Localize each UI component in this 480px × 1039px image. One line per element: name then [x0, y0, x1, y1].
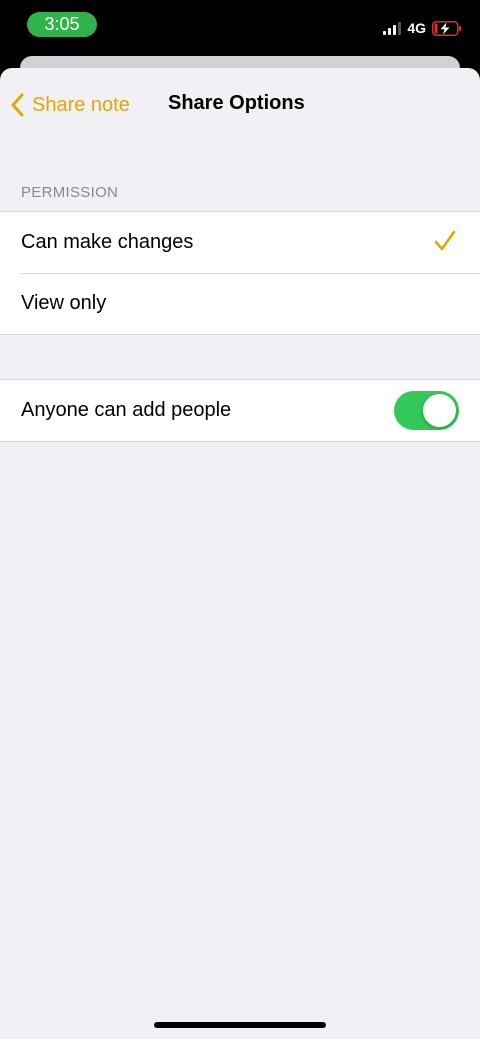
- anyone-can-add-people-toggle[interactable]: [394, 391, 459, 430]
- share-options-sheet: Share note Share Options PERMISSION Can …: [0, 68, 480, 1039]
- navigation-bar: Share note Share Options: [0, 68, 480, 142]
- anyone-can-add-people-label: Anyone can add people: [21, 399, 232, 421]
- back-button-label: Share note: [32, 93, 130, 116]
- permission-option-can-make-changes[interactable]: Can make changes: [0, 212, 480, 273]
- permission-group: Can make changes View only: [0, 211, 480, 335]
- option-label: View only: [21, 292, 107, 314]
- checkmark-icon: [434, 230, 456, 251]
- option-label: Can make changes: [21, 231, 194, 253]
- back-button[interactable]: Share note: [10, 90, 130, 120]
- page-title: Share Options: [168, 92, 305, 114]
- toggle-knob: [423, 394, 456, 427]
- status-time[interactable]: 3:05: [27, 12, 97, 37]
- permission-section-header: PERMISSION: [21, 184, 119, 201]
- chevron-left-icon: [11, 93, 24, 117]
- status-indicators: 4G: [383, 18, 462, 38]
- signal-icon: [383, 21, 402, 35]
- home-indicator[interactable]: [154, 1022, 326, 1028]
- sharing-settings-group: Anyone can add people: [0, 379, 480, 442]
- permission-option-view-only[interactable]: View only: [0, 273, 480, 334]
- battery-charging-icon: [432, 20, 461, 36]
- anyone-can-add-people-row: Anyone can add people: [0, 380, 480, 441]
- network-type: 4G: [407, 20, 426, 36]
- status-bar: 3:05 4G: [0, 0, 480, 56]
